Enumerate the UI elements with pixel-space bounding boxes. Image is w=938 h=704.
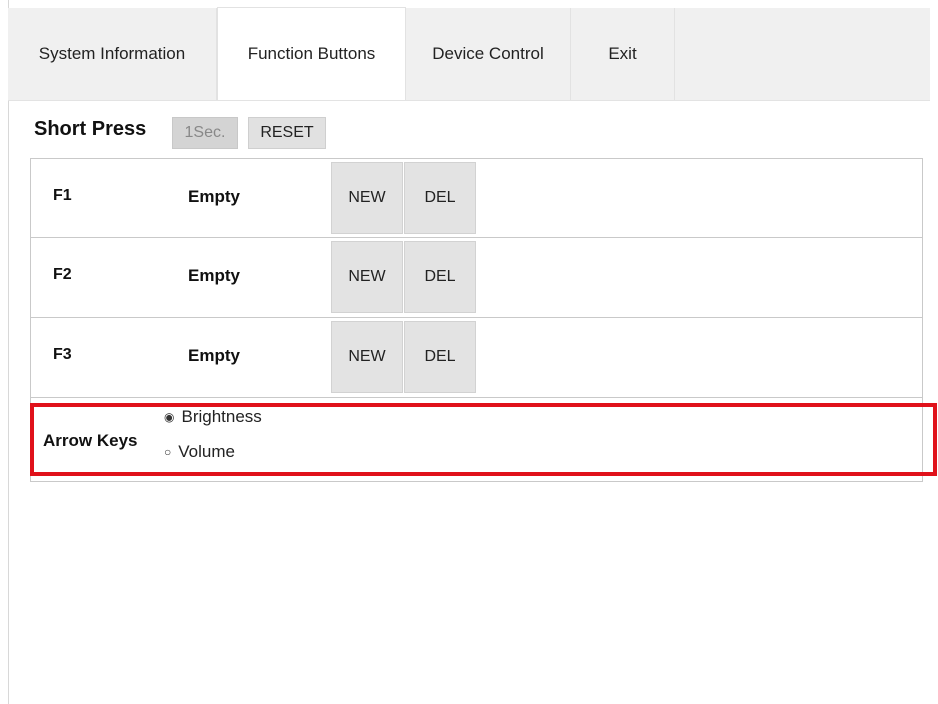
arrow-keys-label: Arrow Keys <box>43 431 138 450</box>
function-key-label: F1 <box>53 187 72 204</box>
tab-label: Function Buttons <box>247 44 376 63</box>
function-assignment: Empty <box>188 266 240 285</box>
short-press-title: Short Press <box>34 118 147 140</box>
function-key-label: F2 <box>53 266 72 283</box>
delete-button[interactable]: DEL <box>404 241 476 313</box>
function-row-f2: F2 Empty NEW DEL <box>30 238 923 318</box>
new-button[interactable]: NEW <box>331 241 403 313</box>
tab-device-control[interactable]: Device Control <box>406 8 571 100</box>
delete-button[interactable]: DEL <box>404 321 476 393</box>
function-row-f1: F1 Empty NEW DEL <box>30 158 923 238</box>
tab-label: Device Control <box>432 44 544 63</box>
arrow-keys-row: Arrow Keys ◉ Brightness ○ Volume <box>30 398 923 482</box>
radio-brightness[interactable]: ◉ Brightness <box>164 407 262 427</box>
function-assignment: Empty <box>188 346 240 365</box>
tab-exit[interactable]: Exit <box>571 8 675 100</box>
new-button[interactable]: NEW <box>331 321 403 393</box>
duration-indicator: 1Sec. <box>172 117 238 149</box>
tab-bar: System Information Function Buttons Devi… <box>8 7 930 101</box>
new-button[interactable]: NEW <box>331 162 403 234</box>
radio-selected-icon: ◉ <box>164 410 175 424</box>
function-assignment: Empty <box>188 187 240 206</box>
radio-volume[interactable]: ○ Volume <box>164 442 235 462</box>
radio-label: Volume <box>178 442 235 461</box>
tab-label: Exit <box>608 44 637 63</box>
function-key-label: F3 <box>53 346 72 363</box>
delete-button[interactable]: DEL <box>404 162 476 234</box>
tab-system-information[interactable]: System Information <box>8 8 217 100</box>
radio-unselected-icon: ○ <box>164 445 172 459</box>
radio-label: Brightness <box>181 407 262 426</box>
function-row-f3: F3 Empty NEW DEL <box>30 318 923 398</box>
tab-function-buttons[interactable]: Function Buttons <box>217 7 406 100</box>
tab-label: System Information <box>38 44 186 63</box>
reset-button[interactable]: RESET <box>248 117 326 149</box>
